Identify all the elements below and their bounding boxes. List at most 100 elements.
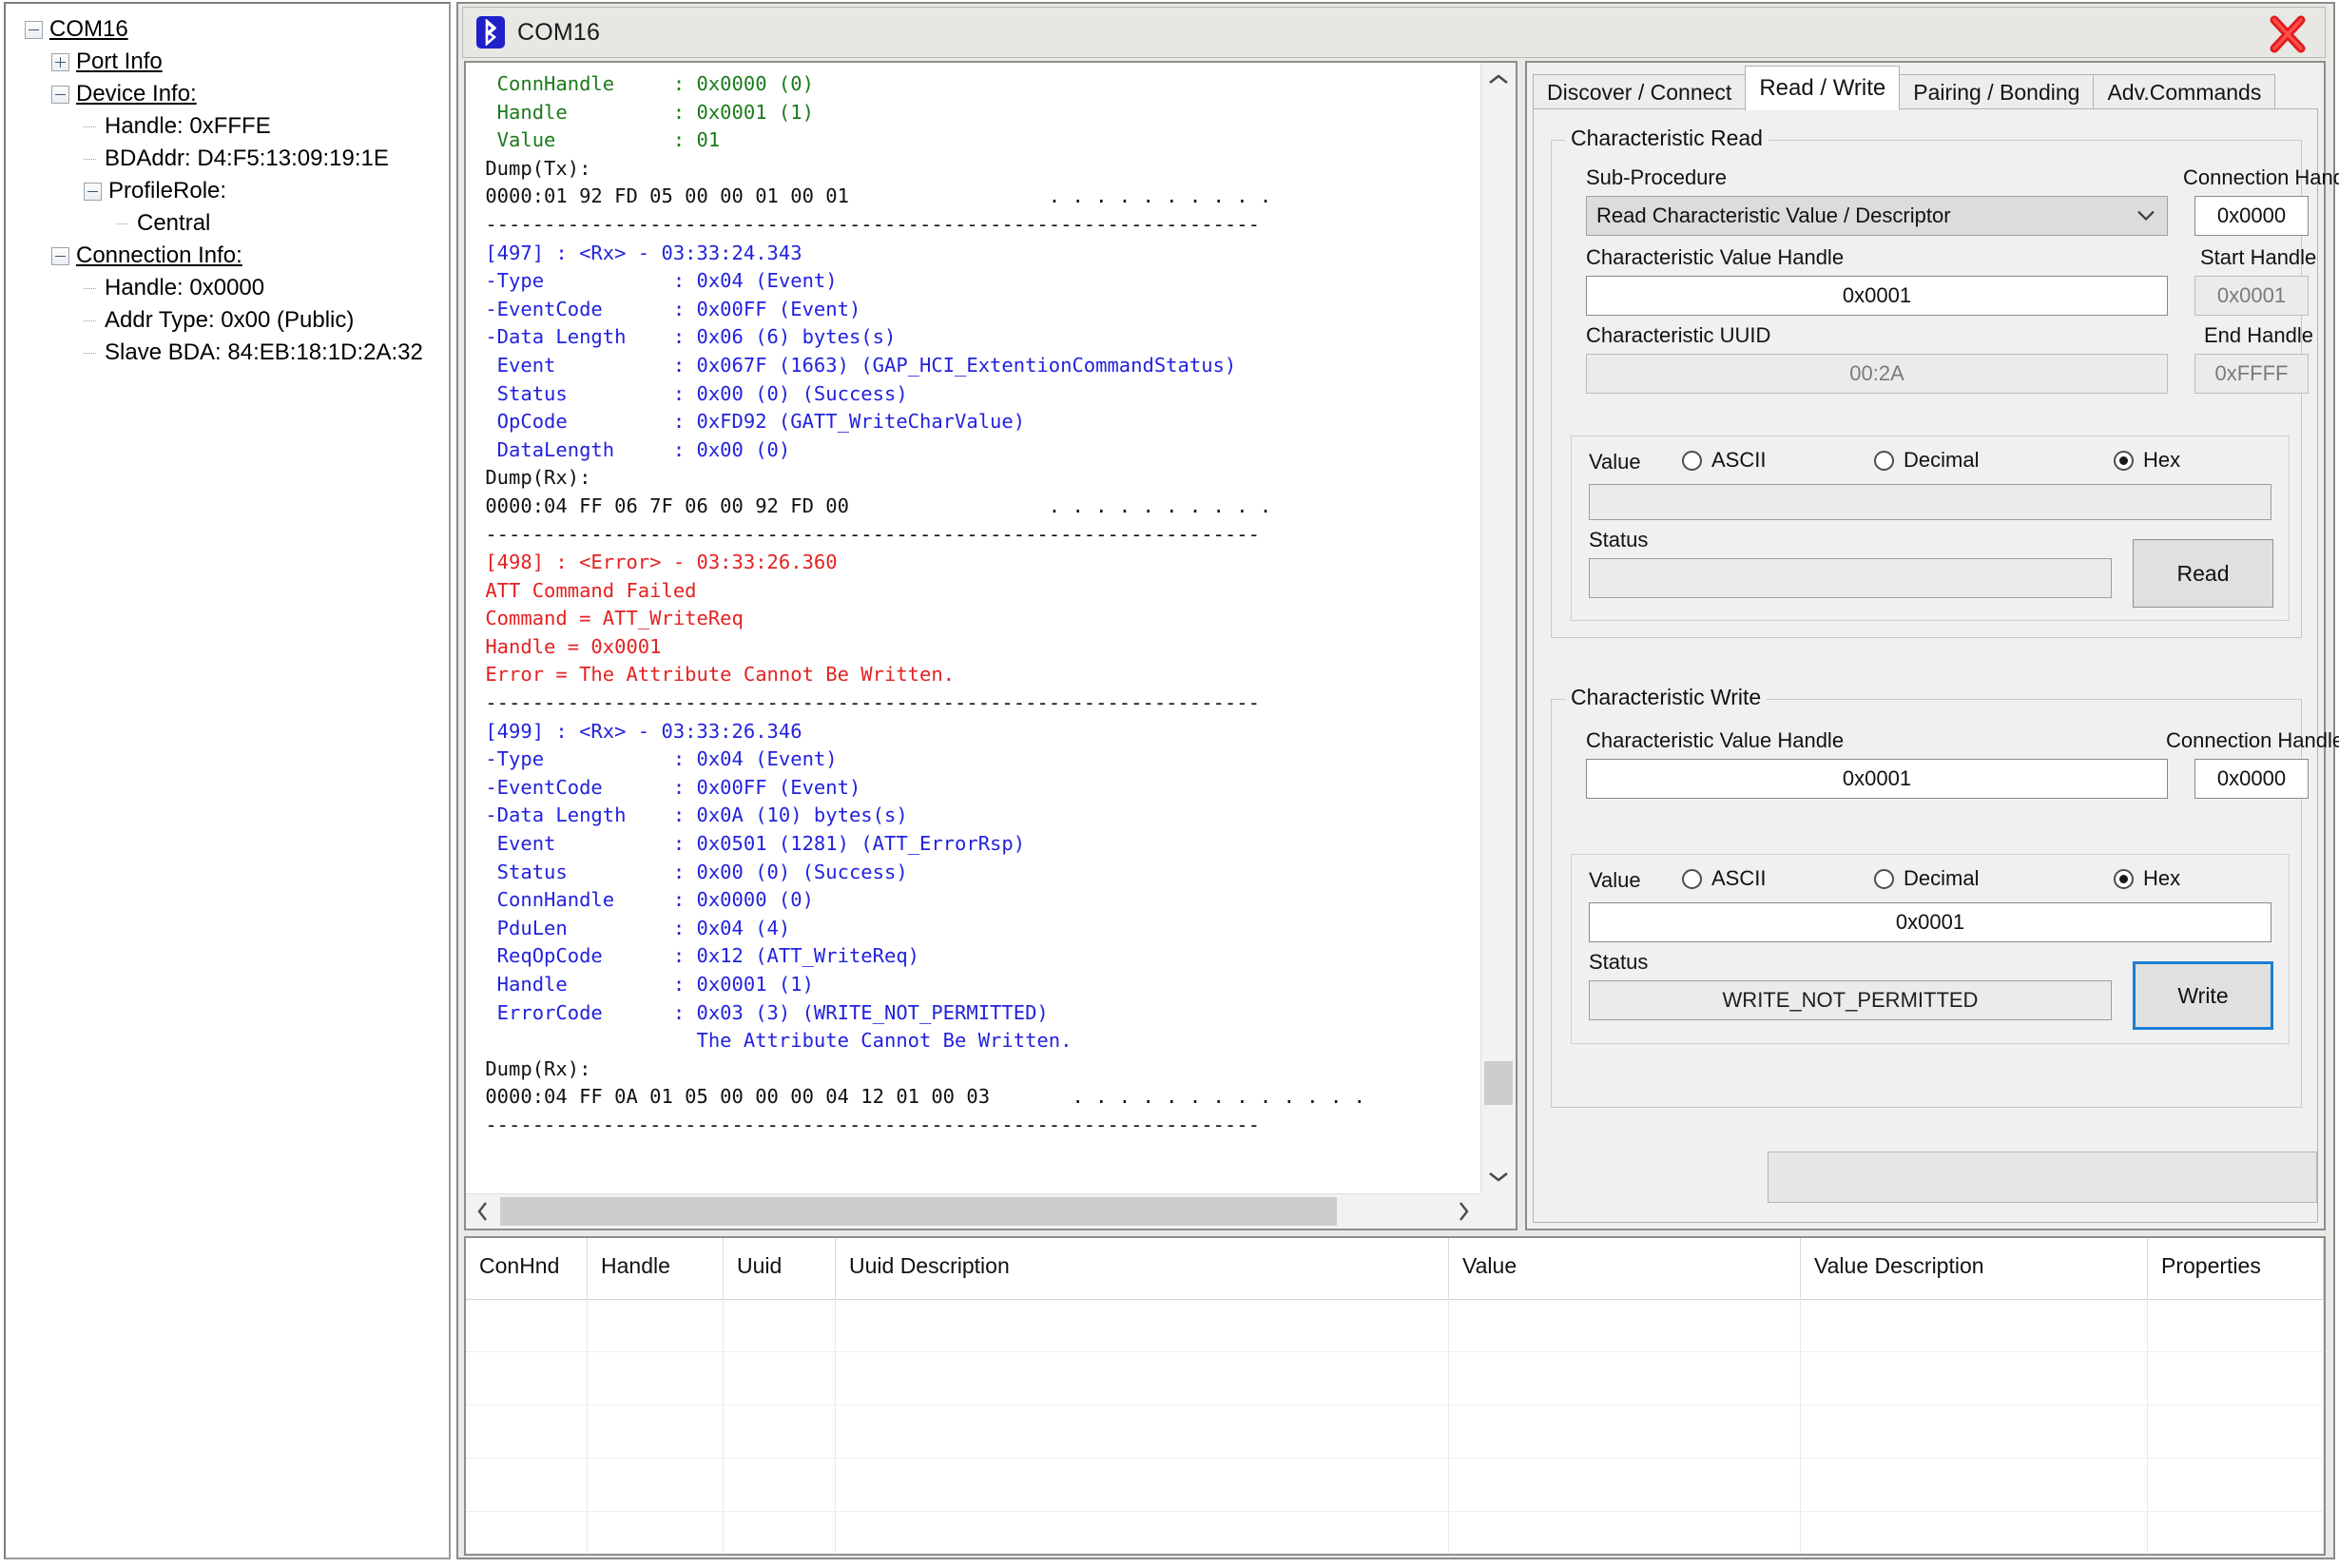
read-format-decimal-radio[interactable]: Decimal — [1874, 448, 1979, 473]
table-cell — [588, 1352, 724, 1405]
table-cell — [724, 1512, 836, 1554]
chevron-right-icon[interactable] — [1447, 1194, 1479, 1229]
table-row[interactable] — [466, 1352, 2324, 1405]
radio-icon[interactable] — [2114, 868, 2134, 889]
table-row[interactable] — [466, 1459, 2324, 1512]
read-connection-handle-input[interactable]: 0x0000 — [2194, 196, 2309, 236]
radio-icon[interactable] — [2114, 450, 2134, 471]
chevron-left-icon[interactable] — [466, 1194, 498, 1229]
tab-pairing-bonding[interactable]: Pairing / Bonding — [1899, 74, 2095, 110]
collapse-toggle-icon[interactable] — [51, 246, 69, 265]
table-row[interactable] — [466, 1299, 2324, 1352]
table-column-header[interactable]: Uuid Description — [836, 1238, 1449, 1299]
window-title: COM16 — [517, 18, 601, 46]
log-vertical-scrollbar[interactable] — [1480, 63, 1516, 1192]
attributes-table[interactable]: ConHnd Handle Uuid Uuid Description Value Val… — [464, 1236, 2326, 1556]
write-button-label: Write — [2177, 982, 2229, 1008]
tree-node-connection-info[interactable]: Connection Info: — [19, 240, 449, 272]
log-line: ConnHandle : 0x0000 (0) — [474, 888, 814, 912]
read-button[interactable]: Read — [2133, 539, 2273, 608]
read-status-input[interactable] — [1589, 558, 2112, 598]
write-button[interactable]: Write — [2133, 961, 2273, 1030]
tab-discover-connect[interactable]: Discover / Connect — [1533, 74, 1747, 110]
log-horizontal-scrollbar[interactable] — [466, 1193, 1479, 1229]
write-format-decimal-radio[interactable]: Decimal — [1874, 866, 1979, 891]
table-cell — [588, 1299, 724, 1352]
read-format-hex-label: Hex — [2143, 448, 2181, 472]
chevron-up-icon[interactable] — [1481, 63, 1516, 95]
log-text-area[interactable]: ConnHandle : 0x0000 (0) Handle : 0x0001 … — [466, 63, 1479, 1192]
main-window: COM16 ConnHandle : 0x0000 (0) Handle : 0… — [456, 2, 2339, 1559]
write-status-input[interactable]: WRITE_NOT_PERMITTED — [1589, 980, 2112, 1020]
start-handle-input[interactable]: 0x0001 — [2194, 276, 2309, 316]
radio-icon[interactable] — [1682, 450, 1702, 471]
table-column-header[interactable]: Handle — [588, 1238, 724, 1299]
table-cell — [1449, 1405, 1801, 1459]
bottom-status-field[interactable] — [1768, 1152, 2317, 1203]
radio-icon[interactable] — [1874, 868, 1894, 889]
table-column-header[interactable]: Value — [1449, 1238, 1801, 1299]
tree-node-slave-bda-84-eb-18-1d-2a-32[interactable]: Slave BDA: 84:EB:18:1D:2A:32 — [19, 337, 449, 369]
tree-node-profilerole[interactable]: ProfileRole: — [19, 175, 449, 207]
tree-node-device-info[interactable]: Device Info: — [19, 78, 449, 110]
close-icon[interactable] — [2268, 15, 2308, 53]
tab-read-write[interactable]: Read / Write — [1745, 66, 1901, 110]
write-char-value-handle-input[interactable]: 0x0001 — [1586, 759, 2168, 799]
collapse-toggle-icon[interactable] — [84, 182, 102, 201]
table-cell — [724, 1352, 836, 1405]
read-value-input[interactable] — [1589, 484, 2271, 520]
log-hscroll-thumb[interactable] — [500, 1197, 1337, 1226]
tree-node-bdaddr-d4-f5-13-09-19-1e[interactable]: BDAddr: D4:F5:13:09:19:1E — [19, 143, 449, 175]
chevron-down-icon[interactable] — [1481, 1160, 1516, 1192]
table-cell — [2148, 1299, 2324, 1352]
expand-toggle-icon[interactable] — [51, 52, 69, 71]
log-line: 0000:04 FF 0A 01 05 00 00 00 04 12 01 00… — [474, 1085, 1365, 1109]
log-line: Dump(Tx): — [474, 156, 591, 180]
table-column-header[interactable]: ConHnd — [466, 1238, 588, 1299]
table-cell — [836, 1459, 1449, 1512]
radio-icon[interactable] — [1874, 450, 1894, 471]
table-column-header[interactable]: Uuid — [724, 1238, 836, 1299]
tree-node-port-info[interactable]: Port Info — [19, 46, 449, 78]
device-tree-panel[interactable]: COM16 Port Info Device Info: Handle: 0xFFF… — [4, 2, 451, 1559]
log-line: -Type : 0x04 (Event) — [474, 269, 838, 293]
table-row[interactable] — [466, 1405, 2324, 1459]
tree-node-addr-type-0x00-public[interactable]: Addr Type: 0x00 (Public) — [19, 304, 449, 337]
write-format-ascii-radio[interactable]: ASCII — [1682, 866, 1766, 891]
tree-node-handle-0x0000[interactable]: Handle: 0x0000 — [19, 272, 449, 304]
table-column-header[interactable]: Properties — [2148, 1238, 2324, 1299]
collapse-toggle-icon[interactable] — [25, 20, 43, 39]
radio-icon[interactable] — [1682, 868, 1702, 889]
chevron-down-icon[interactable] — [2136, 206, 2155, 226]
read-char-value-handle-value: 0x0001 — [1842, 283, 1912, 307]
write-value-input[interactable]: 0x0001 — [1589, 902, 2271, 942]
tree-node-handle-0xfffe[interactable]: Handle: 0xFFFE — [19, 110, 449, 143]
table-row[interactable] — [466, 1512, 2324, 1554]
tree-node-label: ProfileRole: — [108, 178, 227, 203]
log-panel[interactable]: ConnHandle : 0x0000 (0) Handle : 0x0001 … — [464, 61, 1517, 1230]
tree-branch-icon — [84, 304, 105, 337]
write-char-value-handle-value: 0x0001 — [1842, 766, 1912, 790]
tree-node-root[interactable]: COM16 — [19, 13, 449, 46]
read-format-hex-radio[interactable]: Hex — [2114, 448, 2180, 473]
end-handle-input[interactable]: 0xFFFF — [2194, 354, 2309, 394]
log-line: [497] : <Rx> - 03:33:24.343 — [474, 241, 802, 264]
log-vscroll-thumb[interactable] — [1484, 1061, 1513, 1105]
write-format-hex-radio[interactable]: Hex — [2114, 866, 2180, 891]
characteristic-read-group: Characteristic Read Sub-Procedure Read C… — [1551, 126, 2339, 638]
table-cell — [1801, 1459, 2148, 1512]
log-line: Error = The Attribute Cannot Be Written. — [474, 663, 956, 687]
collapse-toggle-icon[interactable] — [51, 85, 69, 104]
table-cell — [466, 1405, 588, 1459]
read-format-ascii-radio[interactable]: ASCII — [1682, 448, 1766, 473]
tab-adv-commands[interactable]: Adv.Commands — [2093, 74, 2276, 110]
log-line: ----------------------------------------… — [474, 522, 1260, 546]
table-column-header[interactable]: Value Description — [1801, 1238, 2148, 1299]
char-uuid-input[interactable]: 00:2A — [1586, 354, 2168, 394]
log-line: -Data Length : 0x0A (10) bytes(s) — [474, 803, 908, 827]
characteristic-write-title: Characteristic Write — [1565, 685, 1768, 710]
tree-node-central[interactable]: Central — [19, 207, 449, 240]
read-char-value-handle-input[interactable]: 0x0001 — [1586, 276, 2168, 316]
sub-procedure-select[interactable]: Read Characteristic Value / Descriptor — [1586, 196, 2168, 236]
write-connection-handle-input[interactable]: 0x0000 — [2194, 759, 2309, 799]
